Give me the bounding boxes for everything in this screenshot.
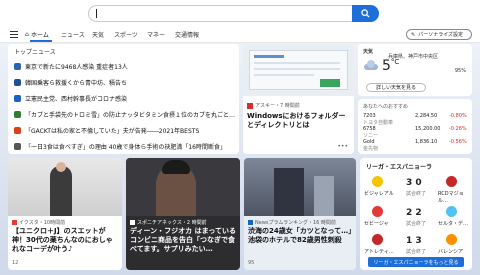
stock-row[interactable]: 7203 2,284.50 -0.80% トヨタ自動車 xyxy=(363,113,467,126)
source-icon xyxy=(14,111,21,118)
match-row[interactable]: アトレティ… 1 3 試合終了 バレンシア xyxy=(360,230,472,260)
source-icon xyxy=(14,127,21,134)
article-source: スポニチアネックス・2 時間前 xyxy=(137,220,207,226)
stocks-card[interactable]: あなたへのおすすめ 7203 2,284.50 -0.80% トヨタ自動車 67… xyxy=(358,99,472,154)
weather-temp: 5°C xyxy=(382,58,400,74)
nav-sports[interactable]: スポーツ xyxy=(114,30,138,39)
stock-row[interactable]: Gold 1,836.10 -0.56% 金先物 xyxy=(363,139,467,152)
source-icon xyxy=(14,63,21,70)
stock-row[interactable]: 6758 15,200.00 -0.26% ソニー xyxy=(363,126,467,139)
nav-active-indicator xyxy=(30,40,52,42)
weather-card[interactable]: 天気 兵庫県、神戸市中央区 5°C 95% 詳しい天気を見る xyxy=(358,44,472,96)
article-card-uniqlo[interactable]: イクスタ・10時間前 【ユニクロ＋J】のスエットが神！30代の薬ちんなのにおしゃ… xyxy=(8,158,122,270)
menu-icon[interactable] xyxy=(10,31,18,38)
weather-detail-button[interactable]: 詳しい天気を見る xyxy=(366,83,426,92)
article-card-windows[interactable]: アスキー・7 時間前 Windowsにおけるフォルダーとディレクトリとは ••• xyxy=(243,44,354,154)
nav-home[interactable]: ホーム xyxy=(31,30,49,39)
source-icon xyxy=(12,220,17,225)
pencil-icon: ✎ xyxy=(411,31,416,38)
article-card-hotel[interactable]: Newsプラムランキング・16 時間前 渋海の24歳女「カツとなって…」池袋のホ… xyxy=(244,158,356,270)
nav-weather[interactable]: 天気 xyxy=(92,30,104,39)
article-title: Windowsにおけるフォルダーとディレクトリとは xyxy=(247,112,346,129)
search-icon xyxy=(361,9,370,18)
team-crest xyxy=(446,234,457,245)
weather-precip: 95% xyxy=(454,68,466,74)
match-row[interactable]: ビジャレアル 3 0 試合終了 RCDマジョル… xyxy=(360,172,472,204)
source-icon xyxy=(248,220,253,225)
source-icon xyxy=(247,102,253,109)
news-item[interactable]: 「GACKTは私の家と不倫していた」夫が告発――2021年BESTS xyxy=(14,126,199,135)
nav-news[interactable]: ニュース xyxy=(61,30,85,39)
source-icon xyxy=(14,95,21,102)
article-title: 【ユニクロ＋J】のスエットが神！30代の薬ちんなのにおしゃれなコーデが叶う♪ xyxy=(12,227,113,253)
team-crest xyxy=(372,176,383,187)
article-thumbnail xyxy=(243,44,354,96)
home-icon: ⌂ xyxy=(25,31,29,38)
sports-more-button[interactable]: リーガ・エスパニョーラをもっと見る xyxy=(368,257,464,267)
search-button[interactable] xyxy=(352,5,379,22)
news-item[interactable]: 「一日3食は食べすぎ」の理由 40歳で身体ら手術の袂肥満「16時間断食」 xyxy=(14,142,226,151)
news-item[interactable]: 立憲民主党、西村幹事長がコロナ感染 xyxy=(14,94,127,103)
like-count[interactable]: 12 xyxy=(12,260,18,266)
article-card-dean[interactable]: スポニチアネックス・2 時間前 ディーン・フジオカ はまっているコンビニ商品を告… xyxy=(126,158,240,270)
article-title: ディーン・フジオカ はまっているコンビニ商品を告白「つなぎで食べてます。サプリみ… xyxy=(130,227,236,253)
more-options-icon[interactable]: ••• xyxy=(337,143,348,150)
source-icon xyxy=(14,79,21,86)
news-item[interactable]: 「カブと手袋先のトロミ雪」の防止ナッタビタミン食摂１位のカブを丸ごと… xyxy=(14,110,235,119)
search-input[interactable] xyxy=(88,5,378,22)
news-item[interactable]: 韓国乗客ら救援くから青中坊、積告ち xyxy=(14,78,127,87)
news-item[interactable]: 東京で新たに9468人感染 重症者13人 xyxy=(14,62,128,71)
source-icon xyxy=(130,220,135,225)
source-icon xyxy=(14,143,21,150)
article-source: アスキー・7 時間前 xyxy=(255,103,300,109)
team-crest xyxy=(446,176,457,187)
personalize-button[interactable]: ✎ パーソナライズ設定 xyxy=(406,29,472,40)
like-count[interactable]: 95 xyxy=(248,260,254,266)
league-name: リーガ・エスパニョーラ xyxy=(366,164,433,171)
weather-label: 天気 xyxy=(363,49,374,55)
article-photo xyxy=(244,158,356,216)
cloud-icon xyxy=(364,60,378,70)
match-row[interactable]: セビージャ 2 2 試合終了 セルタ・デ… xyxy=(360,202,472,232)
nav-money[interactable]: マネー xyxy=(147,30,165,39)
article-source: Newsプラムランキング・16 時間前 xyxy=(255,220,336,226)
sports-card[interactable]: リーガ・エスパニョーラ ビジャレアル 3 0 試合終了 RCDマジョル… セビー… xyxy=(360,158,472,270)
team-crest xyxy=(372,234,383,245)
team-crest xyxy=(446,206,457,217)
search-caret xyxy=(96,9,97,18)
article-source: イクスタ・10時間前 xyxy=(19,220,66,226)
stocks-label: あなたへのおすすめ xyxy=(363,104,409,110)
nav-traffic[interactable]: 交通情報 xyxy=(175,30,199,39)
team-crest xyxy=(372,206,383,217)
article-title: 渋海の24歳女「カツとなって…」池袋のホテルで82歳男性刺殺 xyxy=(248,227,352,244)
top-news-heading: トップニュース xyxy=(14,49,56,56)
article-photo xyxy=(8,158,122,216)
article-photo xyxy=(126,158,240,216)
